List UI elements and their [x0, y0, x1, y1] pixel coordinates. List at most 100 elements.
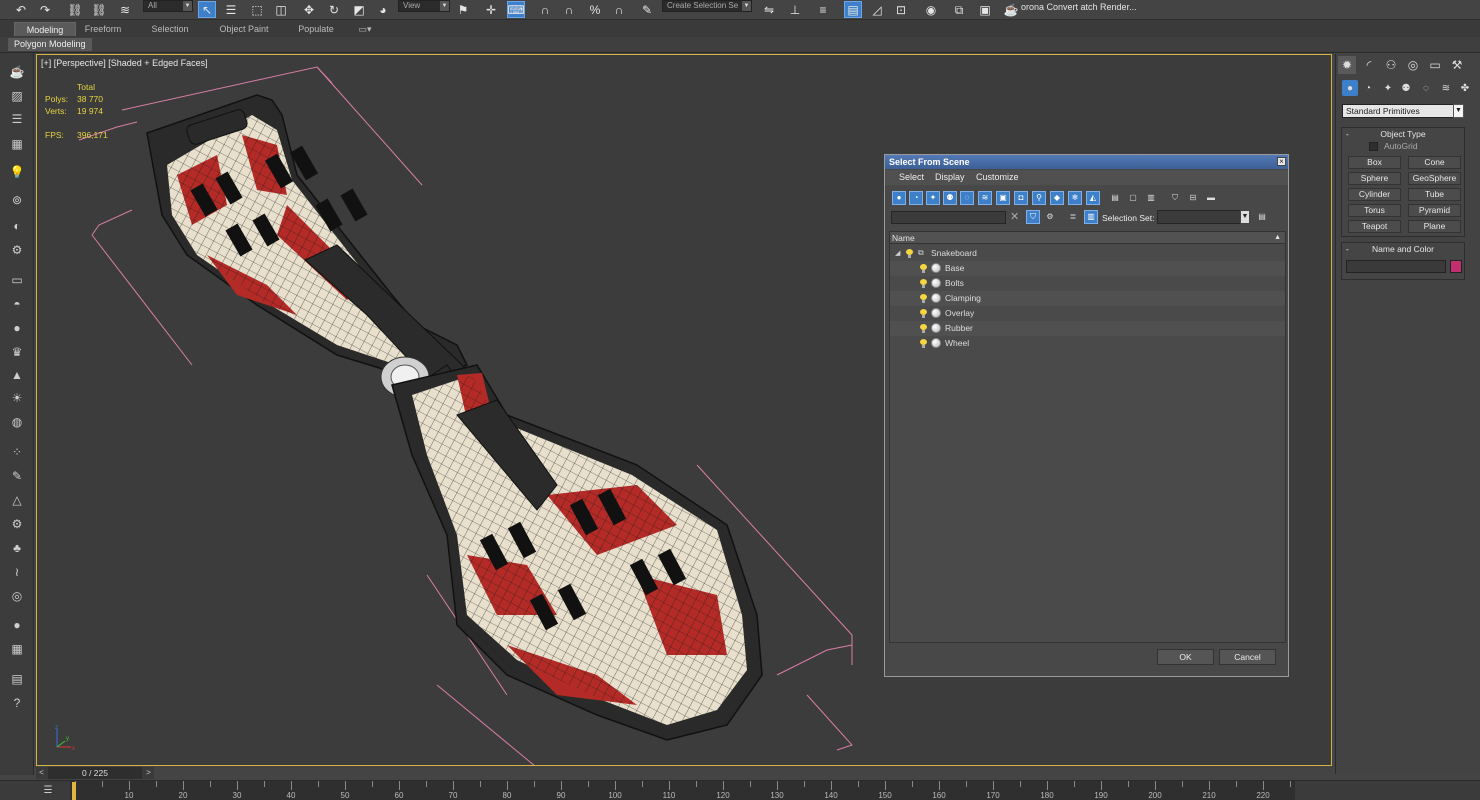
- shapes-icon[interactable]: ◔: [1360, 80, 1376, 96]
- cylinder-button[interactable]: Cylinder: [1348, 188, 1401, 201]
- expand-icon[interactable]: ◢: [895, 246, 900, 261]
- snap-toggle-icon[interactable]: ∩: [536, 1, 554, 18]
- object-name-field[interactable]: [1346, 260, 1446, 273]
- tab-populate[interactable]: Populate: [288, 22, 344, 36]
- space-warps-filter-icon[interactable]: ≋: [978, 191, 992, 205]
- pivot-center-icon[interactable]: ⚑: [454, 1, 472, 18]
- rotate-icon[interactable]: ↻: [325, 1, 343, 18]
- light-icon[interactable]: 💡: [8, 163, 26, 180]
- autogrid-checkbox-row[interactable]: AutoGrid: [1342, 140, 1464, 153]
- schematic-view-icon[interactable]: ⊡: [892, 1, 910, 18]
- shapes-filter-icon[interactable]: ◔: [909, 191, 923, 205]
- notes-icon[interactable]: ▤: [8, 670, 26, 687]
- pyramid-button[interactable]: Pyramid: [1408, 204, 1461, 217]
- primitive-type-dropdown[interactable]: Standard Primitives ▼: [1342, 104, 1464, 118]
- selection-filter-dropdown[interactable]: All ▼: [143, 0, 193, 12]
- dialog-title[interactable]: Select From Scene: [885, 155, 1288, 169]
- object-type-header[interactable]: - Object Type: [1342, 128, 1464, 140]
- cameras-icon[interactable]: ⚉: [1398, 80, 1414, 96]
- render-script-label[interactable]: orona Convert atch Render...: [1021, 2, 1137, 12]
- image-icon[interactable]: ▨: [8, 87, 26, 104]
- teapot-icon[interactable]: ☕: [8, 63, 26, 80]
- unlink-icon[interactable]: ⛓: [90, 1, 108, 18]
- display-all-icon[interactable]: ▤: [1108, 191, 1122, 205]
- camera-icon[interactable]: ⊚: [8, 191, 26, 208]
- helpers-filter-icon[interactable]: ◌: [960, 191, 974, 205]
- lightbulb-icon[interactable]: [906, 249, 913, 258]
- autogrid-checkbox[interactable]: [1369, 142, 1378, 151]
- window-crossing-icon[interactable]: ◫: [272, 1, 290, 18]
- tree-row-bolts[interactable]: Bolts: [890, 276, 1285, 291]
- create-tab-icon[interactable]: ✹: [1338, 56, 1356, 74]
- display-tab-icon[interactable]: ▭: [1426, 56, 1444, 74]
- box-button[interactable]: Box: [1348, 156, 1401, 169]
- scale-icon[interactable]: ◩: [350, 1, 368, 18]
- select-manipulate-icon[interactable]: ✛: [482, 1, 500, 18]
- lightbulb-icon[interactable]: [920, 264, 927, 273]
- select-object-icon[interactable]: ↖: [198, 1, 216, 18]
- clear-search-icon[interactable]: ✕: [1010, 210, 1019, 223]
- sound-icon[interactable]: ◐: [8, 217, 26, 234]
- placement-icon[interactable]: ◕: [374, 1, 392, 18]
- ok-button[interactable]: OK: [1157, 649, 1214, 665]
- bind-space-warp-icon[interactable]: ≋: [116, 1, 134, 18]
- helpers-icon[interactable]: ◌: [1418, 80, 1434, 96]
- collapse-all-icon[interactable]: ▬: [1204, 191, 1218, 205]
- tree-row-base[interactable]: Base: [890, 261, 1285, 276]
- lightbulb-icon[interactable]: [920, 324, 927, 333]
- time-cursor[interactable]: [72, 782, 76, 800]
- modify-tab-icon[interactable]: ◜: [1360, 56, 1378, 74]
- scene-explorer-icon[interactable]: ▤: [844, 1, 862, 18]
- tab-freeform[interactable]: Freeform: [74, 22, 132, 36]
- menu-display[interactable]: Display: [935, 172, 965, 182]
- redo-icon[interactable]: ↷: [36, 1, 54, 18]
- gear-icon[interactable]: ⚙: [8, 515, 26, 532]
- grass-icon[interactable]: ♣: [8, 539, 26, 556]
- cameras-filter-icon[interactable]: ⚉: [943, 191, 957, 205]
- mini-curve-editor-icon[interactable]: ☰: [40, 785, 56, 797]
- link-icon[interactable]: ⛓: [66, 1, 84, 18]
- render-setup-icon[interactable]: ⧉: [950, 1, 968, 18]
- geosphere-button[interactable]: GeoSphere: [1408, 172, 1461, 185]
- selection-set-icon[interactable]: ▥: [1084, 210, 1098, 224]
- teapot-button[interactable]: Teapot: [1348, 220, 1401, 233]
- cone-button[interactable]: Cone: [1408, 156, 1461, 169]
- time-slider[interactable]: < 0 / 225 >: [36, 767, 154, 779]
- motion-tab-icon[interactable]: ◎: [1404, 56, 1422, 74]
- lightbulb-icon[interactable]: [920, 294, 927, 303]
- hierarchy-icon[interactable]: ⊟: [1186, 191, 1200, 205]
- timeline-track[interactable]: 10 20 30 40 50 60 70 80 90 100 110 120 130 140 150 160 1…: [70, 781, 1295, 800]
- previous-frame-icon[interactable]: <: [36, 767, 47, 779]
- hemisphere-icon[interactable]: ◓: [8, 295, 26, 312]
- layer-manager-icon[interactable]: ≡: [814, 1, 832, 18]
- list-icon[interactable]: ☰: [8, 110, 26, 127]
- tree-row-rubber[interactable]: Rubber: [890, 321, 1285, 336]
- sun-icon[interactable]: ☀: [8, 389, 26, 406]
- filter-toggle-icon[interactable]: ⛉: [1026, 210, 1040, 224]
- move-icon[interactable]: ✥: [300, 1, 318, 18]
- cancel-button[interactable]: Cancel: [1219, 649, 1276, 665]
- named-selection-dropdown[interactable]: Create Selection Se ▼: [662, 0, 752, 12]
- cone-icon[interactable]: ▲: [8, 366, 26, 383]
- tree-row-overlay[interactable]: Overlay: [890, 306, 1285, 321]
- current-frame[interactable]: 0 / 225: [48, 767, 142, 779]
- percent-snap-icon[interactable]: %: [586, 1, 604, 18]
- edit-named-selection-icon[interactable]: ✎: [638, 1, 656, 18]
- selection-set-options-icon[interactable]: ▤: [1255, 210, 1269, 224]
- keyboard-shortcut-override-icon[interactable]: ⌨: [507, 1, 525, 18]
- render-icon[interactable]: ⚙: [8, 241, 26, 258]
- groups-filter-icon[interactable]: ▣: [996, 191, 1010, 205]
- ball-icon[interactable]: ●: [8, 616, 26, 633]
- menu-customize[interactable]: Customize: [976, 172, 1019, 182]
- spinner-snap-icon[interactable]: ∩: [610, 1, 628, 18]
- lights-icon[interactable]: ✦: [1380, 80, 1396, 96]
- rectangular-selection-icon[interactable]: ⬚: [248, 1, 266, 18]
- geometry-filter-icon[interactable]: ●: [892, 191, 906, 205]
- sphere-button[interactable]: Sphere: [1348, 172, 1401, 185]
- geometry-icon[interactable]: ●: [1342, 80, 1358, 96]
- tab-selection[interactable]: Selection: [140, 22, 200, 36]
- menu-select[interactable]: Select: [899, 172, 924, 182]
- tab-modeling[interactable]: Modeling: [14, 22, 76, 36]
- sphere-icon[interactable]: ●: [8, 319, 26, 336]
- tab-object-paint[interactable]: Object Paint: [208, 22, 280, 36]
